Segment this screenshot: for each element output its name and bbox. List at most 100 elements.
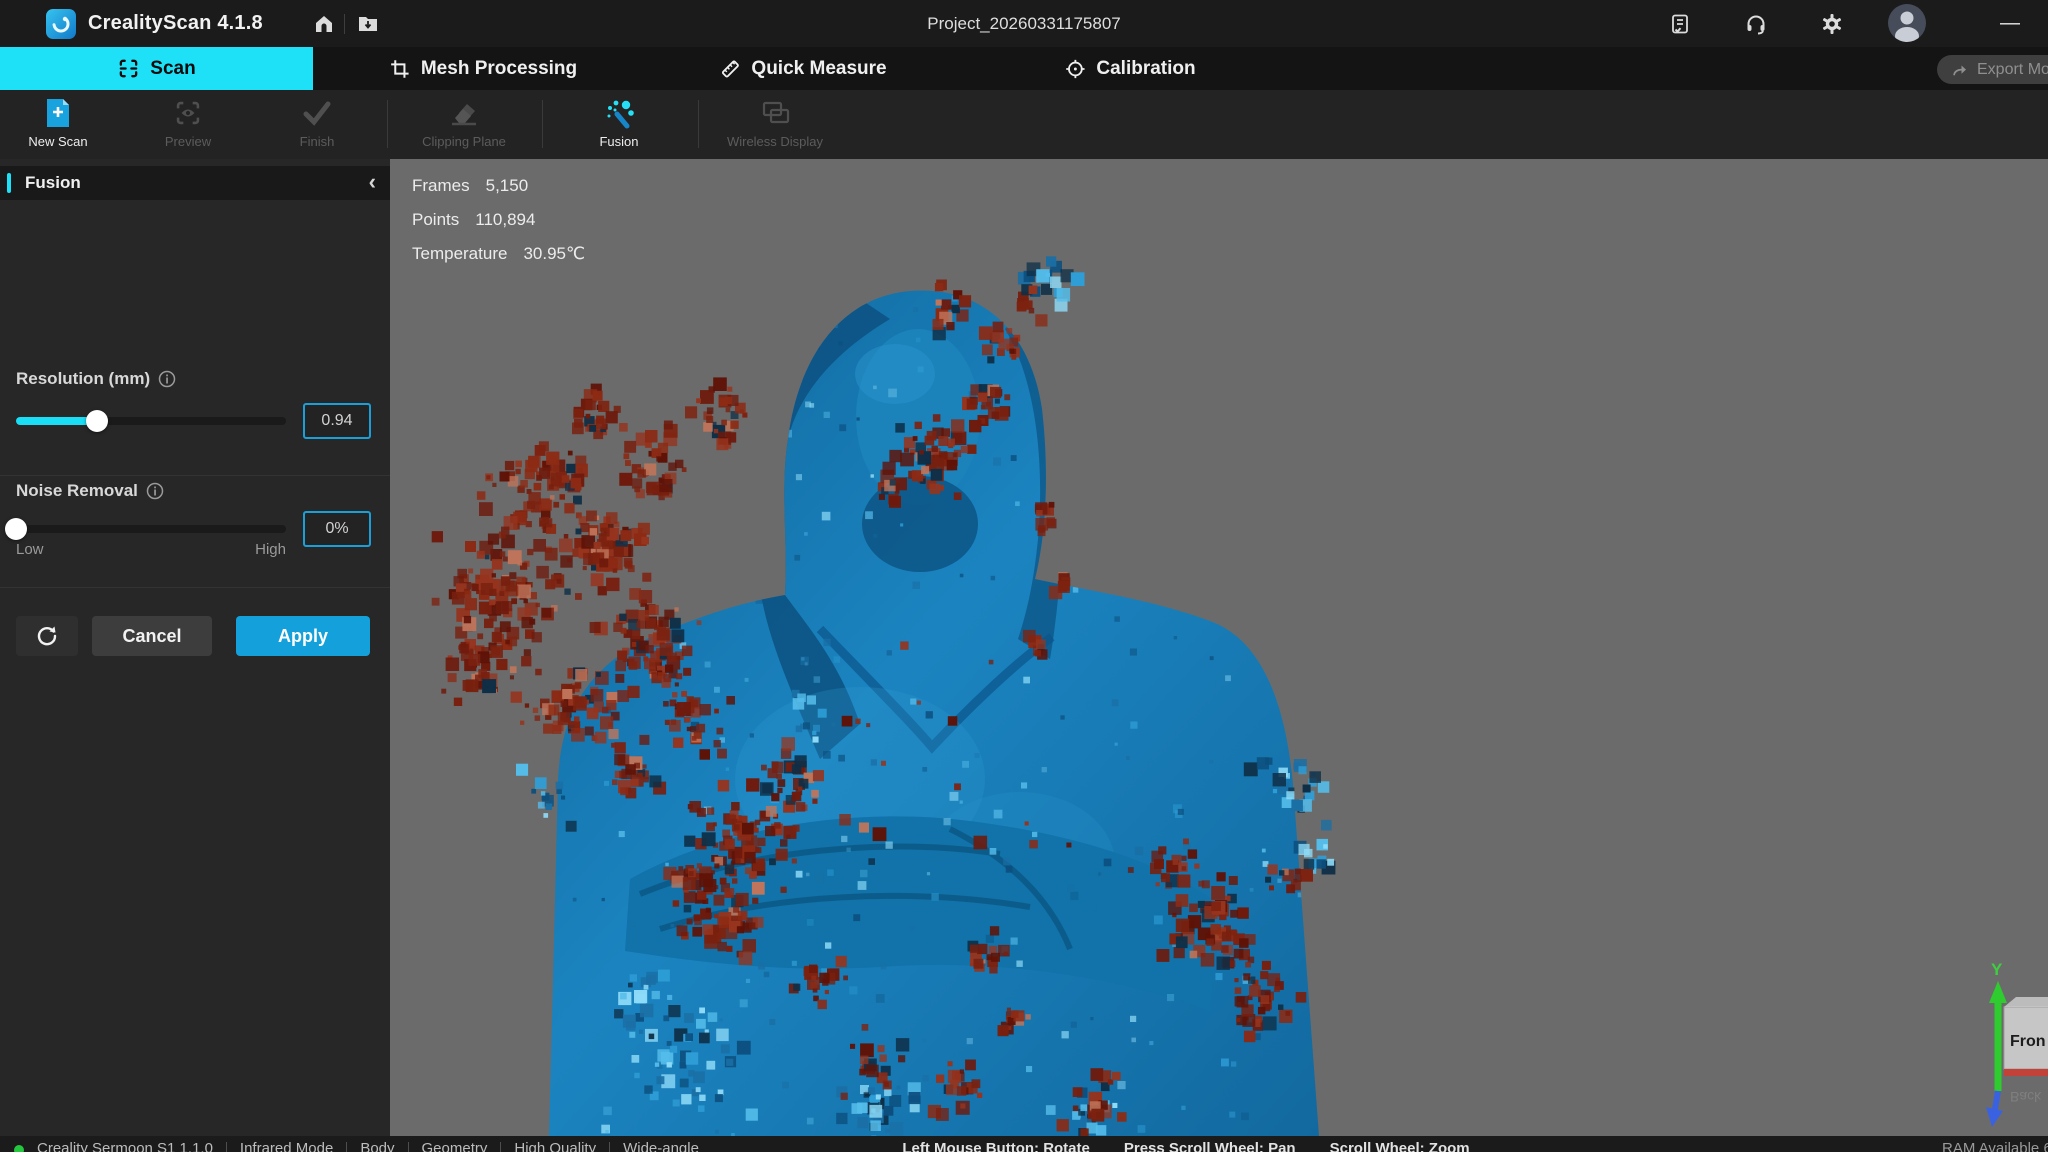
stat-label: Frames: [412, 176, 470, 196]
tab-scan[interactable]: Scan: [0, 47, 313, 90]
scan-model[interactable]: [390, 159, 2048, 1136]
status-divider: [500, 1142, 501, 1152]
slider-thumb[interactable]: [86, 410, 108, 432]
panel-title: Fusion: [25, 173, 81, 193]
stat-frames: Frames 5,150: [412, 176, 585, 196]
export-model-button[interactable]: Export Mod: [1937, 55, 2048, 84]
project-title: Project_20260331175807: [927, 14, 1120, 34]
slider-range-labels: Low High: [16, 541, 286, 558]
fusion-wand-icon: [603, 97, 635, 129]
minimize-button[interactable]: —: [1995, 8, 2025, 38]
mouse-hints: Left Mouse Button: Rotate Press Scroll W…: [902, 1139, 1469, 1152]
scan-model-silhouette: [432, 256, 1336, 1136]
noise-removal-label: Noise Removal: [16, 481, 164, 501]
scan-toolbar: New Scan Preview Finish Clipping Plane: [0, 90, 2048, 159]
resolution-slider[interactable]: [16, 417, 286, 425]
finish-check-icon: [302, 97, 332, 129]
clipping-plane-button: Clipping Plane: [409, 97, 519, 149]
device-connected-dot: [14, 1145, 24, 1152]
resolution-label-text: Resolution (mm): [16, 369, 150, 389]
slider-thumb[interactable]: [5, 518, 27, 540]
stat-value: 30.95℃: [523, 244, 585, 264]
tool-label: Finish: [300, 134, 335, 149]
status-item: Infrared Mode: [240, 1139, 333, 1152]
wireless-display-button: Wireless Display: [715, 97, 835, 149]
export-label: Export Mod: [1977, 61, 2048, 79]
high-label: High: [255, 541, 286, 558]
low-label: Low: [16, 541, 44, 558]
cancel-button[interactable]: Cancel: [92, 616, 212, 656]
tab-label: Quick Measure: [751, 58, 886, 80]
stat-value: 110,894: [475, 210, 535, 230]
release-notes-icon[interactable]: [1668, 12, 1692, 36]
app-logo-icon: [46, 9, 76, 39]
tool-label: Preview: [165, 134, 211, 149]
eraser-icon: [449, 97, 479, 129]
tab-label: Scan: [150, 58, 195, 80]
gizmo-front-label: Fron: [2010, 1033, 2046, 1050]
resolution-label: Resolution (mm): [16, 369, 176, 389]
open-project-icon[interactable]: [356, 12, 380, 36]
status-bar: Creality Sermoon S1 1.1.0 Infrared Mode …: [0, 1136, 2048, 1152]
reset-icon: [34, 623, 60, 649]
gizmo-y-arrow: [1989, 981, 2007, 1003]
status-item: Geometry: [422, 1139, 488, 1152]
hint: Left Mouse Button: Rotate: [902, 1139, 1089, 1152]
status-item: Wide-angle: [623, 1139, 699, 1152]
noise-label-text: Noise Removal: [16, 481, 138, 501]
info-icon[interactable]: [146, 482, 164, 500]
user-avatar[interactable]: [1888, 4, 1926, 42]
wireless-display-icon: [760, 97, 790, 129]
status-divider: [226, 1142, 227, 1152]
section-divider: [0, 475, 390, 476]
gizmo-y-label: Y: [1991, 960, 2003, 979]
status-left: Creality Sermoon S1 1.1.0 Infrared Mode …: [14, 1139, 699, 1152]
tool-label: Clipping Plane: [422, 134, 506, 149]
ruler-icon: [719, 58, 741, 80]
tab-mesh-processing[interactable]: Mesh Processing: [389, 47, 577, 90]
new-scan-icon: [45, 97, 71, 129]
orientation-gizmo[interactable]: Y Fron Back: [1970, 959, 2048, 1135]
calibration-target-icon: [1064, 58, 1086, 80]
tab-label: Mesh Processing: [421, 58, 577, 80]
export-icon: [1951, 61, 1969, 79]
stat-points: Points 110,894: [412, 210, 585, 230]
panel-accent-bar: [7, 173, 11, 193]
slider-fill: [16, 417, 97, 425]
support-headset-icon[interactable]: [1744, 12, 1768, 36]
new-scan-button[interactable]: New Scan: [18, 97, 98, 149]
device-name: Creality Sermoon S1 1.1.0: [37, 1139, 213, 1152]
scan-frame-icon: [117, 57, 140, 80]
reset-button[interactable]: [16, 616, 78, 656]
apply-button[interactable]: Apply: [236, 616, 370, 656]
status-item: Body: [360, 1139, 394, 1152]
stat-label: Points: [412, 210, 459, 230]
toolbar-divider: [542, 100, 543, 148]
tab-quick-measure[interactable]: Quick Measure: [719, 47, 886, 90]
stat-value: 5,150: [486, 176, 529, 196]
collapse-panel-chevron-icon[interactable]: ‹: [369, 169, 376, 195]
fusion-button[interactable]: Fusion: [579, 97, 659, 149]
resolution-value[interactable]: 0.94: [303, 403, 371, 439]
noise-removal-slider[interactable]: [16, 525, 286, 533]
home-icon[interactable]: [312, 12, 336, 36]
stat-temperature: Temperature 30.95℃: [412, 244, 585, 264]
settings-gear-icon[interactable]: [1820, 12, 1844, 36]
status-divider: [346, 1142, 347, 1152]
noise-removal-value[interactable]: 0%: [303, 511, 371, 547]
app-title: CrealityScan 4.1.8: [88, 12, 263, 35]
crealityscan-window: CrealityScan 4.1.8 Project_2026033117580…: [0, 0, 2048, 1152]
status-item: High Quality: [514, 1139, 596, 1152]
preview-icon: [174, 97, 202, 129]
status-divider: [408, 1142, 409, 1152]
main-tab-bar: Scan Mesh Processing Quick Measure Calib…: [0, 47, 2048, 90]
gizmo-back-label: Back: [2010, 1089, 2042, 1105]
toolbar-divider: [698, 100, 699, 148]
3d-viewport[interactable]: Frames 5,150 Points 110,894 Temperature …: [390, 159, 2048, 1136]
gizmo-red-edge: [2004, 1069, 2048, 1076]
info-icon[interactable]: [158, 370, 176, 388]
tool-label: Fusion: [599, 134, 638, 149]
tab-label: Calibration: [1096, 58, 1195, 80]
ram-available: RAM Available 6: [1942, 1139, 2048, 1152]
tab-calibration[interactable]: Calibration: [1064, 47, 1195, 90]
